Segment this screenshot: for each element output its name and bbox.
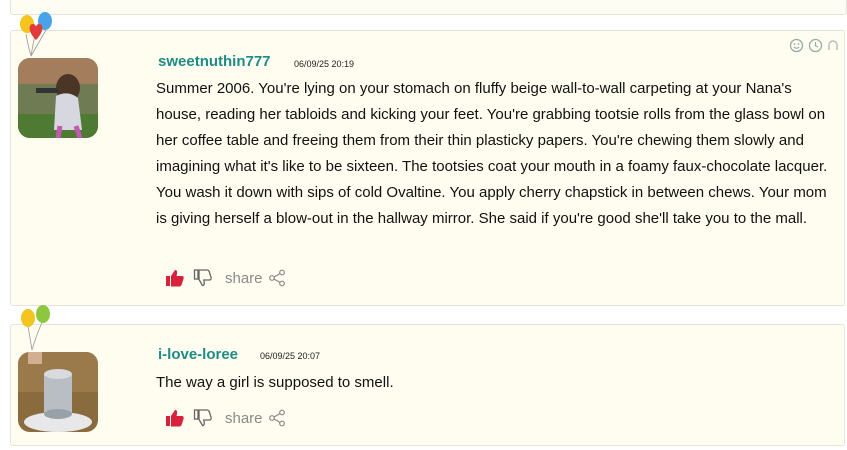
share-icon[interactable] <box>268 409 286 427</box>
share-link[interactable]: share <box>225 270 263 287</box>
comment-timestamp: 06/09/25 20:19 <box>294 59 355 69</box>
info-icon[interactable] <box>827 38 839 58</box>
avatar[interactable] <box>18 352 98 432</box>
thumbs-down-icon[interactable] <box>193 408 213 428</box>
clock-icon[interactable] <box>808 38 823 58</box>
thumbs-up-icon[interactable] <box>165 408 185 428</box>
share-icon[interactable] <box>268 269 286 287</box>
comment-actions: share <box>165 267 286 289</box>
balloons-icon <box>18 304 62 360</box>
comment-username[interactable]: i-love-loree <box>158 346 238 363</box>
smile-icon[interactable] <box>789 38 804 58</box>
thumbs-down-icon[interactable] <box>193 268 213 288</box>
comment-body: The way a girl is supposed to smell. <box>156 374 394 391</box>
comment-tools <box>789 38 843 58</box>
avatar[interactable] <box>18 58 98 138</box>
comment-actions: share <box>165 407 286 429</box>
comment-username[interactable]: sweetnuthin777 <box>158 53 271 70</box>
comment-timestamp: 06/09/25 20:07 <box>260 351 321 361</box>
comment-body: Summer 2006. You're lying on your stomac… <box>156 80 828 227</box>
balloons-icon <box>14 10 58 66</box>
previous-comment-card <box>10 0 847 15</box>
share-link[interactable]: share <box>225 410 263 427</box>
thumbs-up-icon[interactable] <box>165 268 185 288</box>
